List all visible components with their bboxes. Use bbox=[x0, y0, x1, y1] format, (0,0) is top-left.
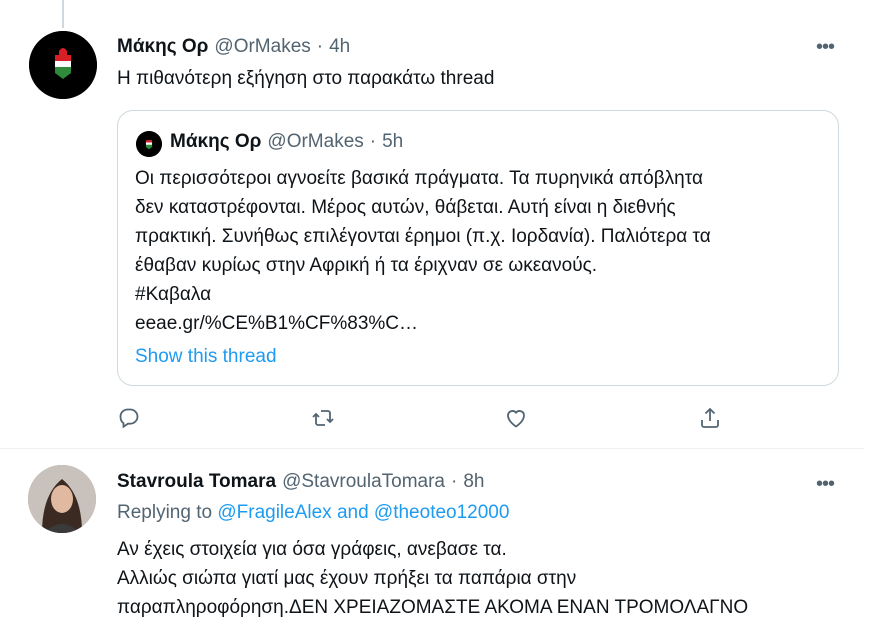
quoted-url: eeae.gr/%CE%B1%CF%83%C… bbox=[135, 313, 419, 334]
tweet-line: Αν έχεις στοιχεία για όσα γράφεις, ανεβα… bbox=[117, 539, 507, 560]
free-palestine-logo-icon bbox=[136, 131, 162, 157]
separator-dot: · bbox=[451, 471, 458, 492]
author-name[interactable]: Μάκης Ορ bbox=[117, 36, 208, 58]
quoted-tweet[interactable]: Μάκης Ορ @OrMakes · 5h Οι περισσότεροι α… bbox=[117, 110, 839, 386]
quoted-avatar bbox=[136, 131, 162, 157]
like-button[interactable] bbox=[501, 403, 531, 433]
share-icon bbox=[701, 407, 719, 428]
quoted-line: πρακτική. Συνήθως επιλέγονται έρημοι (π.… bbox=[135, 226, 711, 247]
author-handle[interactable]: @OrMakes bbox=[214, 36, 310, 58]
free-palestine-logo-icon bbox=[29, 31, 97, 99]
profile-photo-icon bbox=[28, 465, 96, 533]
hashtag: #Καβαλα bbox=[135, 284, 212, 305]
quoted-header: Μάκης Ορ @OrMakes · 5h bbox=[170, 131, 403, 153]
tweet-line: παραπληροφόρηση.ΔΕΝ ΧΡΕΙΑΖΟΜΑΣΤΕ ΑΚΟΜΑ Ε… bbox=[117, 597, 749, 618]
replying-to: Replying to @FragileAlex and @theoteo120… bbox=[117, 502, 509, 524]
retweet-icon bbox=[312, 410, 334, 426]
tweet-text: Η πιθανότερη εξήγηση στο παρακάτω thread bbox=[117, 68, 495, 89]
quoted-author-handle: @OrMakes bbox=[267, 131, 364, 152]
quoted-line: δεν καταστρέφονται. Μέρος αυτών, θάβεται… bbox=[135, 197, 676, 218]
avatar[interactable] bbox=[29, 31, 97, 99]
author-handle[interactable]: @StavroulaTomara bbox=[282, 471, 445, 493]
tweet-stavroula[interactable]: Stavroula Tomara @StavroulaTomara · 8h •… bbox=[0, 449, 864, 628]
reply-button[interactable] bbox=[114, 403, 144, 433]
separator-dot: · bbox=[316, 36, 324, 57]
tweet-makis[interactable]: Μάκης Ορ @OrMakes · 4h ••• Η πιθανότερη … bbox=[0, 0, 864, 449]
more-options-icon[interactable]: ••• bbox=[814, 36, 836, 58]
replying-prefix: Replying to bbox=[117, 502, 213, 523]
timestamp[interactable]: 4h bbox=[329, 36, 350, 58]
more-options-icon[interactable]: ••• bbox=[814, 473, 836, 495]
tweet-header: Stavroula Tomara @StavroulaTomara · 8h bbox=[117, 471, 484, 493]
timestamp[interactable]: 8h bbox=[463, 471, 484, 493]
reply-icon bbox=[119, 408, 139, 429]
heart-icon bbox=[507, 410, 525, 428]
tweet-actions bbox=[0, 403, 864, 435]
retweet-button[interactable] bbox=[308, 403, 338, 433]
show-thread-link[interactable]: Show this thread bbox=[135, 342, 825, 371]
quoted-text: Οι περισσότεροι αγνοείτε βασικά πράγματα… bbox=[135, 164, 825, 371]
tweet-text: Αν έχεις στοιχεία για όσα γράφεις, ανεβα… bbox=[117, 535, 748, 622]
quoted-line: έθαβαν κυρίως στην Αφρική ή τα έριχναν σ… bbox=[135, 255, 598, 276]
tweet-line: Αλλιώς σιώπα γιατί μας έχουν πρήξει τα π… bbox=[117, 568, 577, 589]
author-name[interactable]: Stavroula Tomara bbox=[117, 471, 276, 493]
quoted-timestamp: 5h bbox=[382, 131, 404, 152]
separator-dot: · bbox=[369, 131, 377, 152]
avatar[interactable] bbox=[28, 465, 96, 533]
tweet-header: Μάκης Ορ @OrMakes · 4h bbox=[117, 36, 350, 58]
quoted-line: Οι περισσότεροι αγνοείτε βασικά πράγματα… bbox=[135, 168, 703, 189]
replying-to-users[interactable]: @FragileAlex and @theoteo12000 bbox=[217, 502, 509, 523]
quoted-author-name: Μάκης Ορ bbox=[170, 131, 262, 152]
share-button[interactable] bbox=[695, 403, 725, 433]
